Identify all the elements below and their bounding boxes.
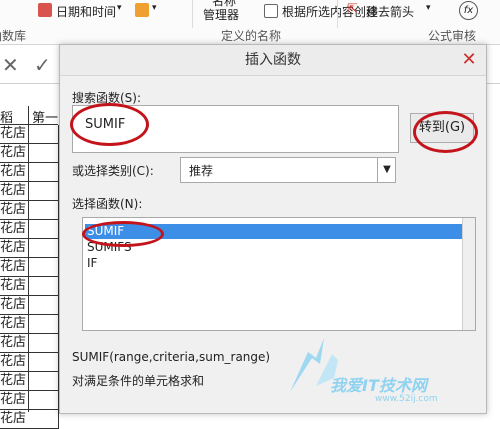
scrollbar[interactable] [462, 218, 475, 330]
table-row[interactable]: 花店 [0, 220, 59, 239]
name-manager-button[interactable]: 管理器 [203, 6, 239, 23]
annotation-circle [70, 103, 149, 146]
table-cell: 花店 [0, 145, 27, 160]
table-cell: 花店 [0, 354, 27, 369]
table-cell: 花店 [0, 335, 27, 350]
category-label: 或选择类别(C): [72, 164, 154, 178]
cancel-icon[interactable]: ✕ [2, 53, 19, 77]
annotation-circle [413, 111, 478, 153]
table-row[interactable]: 花店 [0, 277, 59, 296]
table-row[interactable]: 花店 [0, 391, 59, 410]
remove-arrows-button[interactable]: 移去箭头 [366, 3, 414, 20]
enter-icon[interactable]: ✓ [34, 53, 51, 77]
chevron-down-icon[interactable]: ▾ [426, 3, 431, 13]
group-defined-names-label: 定义的名称 [221, 29, 282, 43]
table-cell: 花店 [0, 373, 27, 388]
divider [337, 0, 338, 28]
table-row[interactable]: 花店 [0, 144, 59, 163]
table-row[interactable]: 花店 [0, 410, 59, 429]
table-row[interactable]: 花店 [0, 334, 59, 353]
datetime-button[interactable]: 日期和时间 [56, 3, 116, 20]
table-cell: 花店 [0, 240, 27, 255]
calendar-icon [38, 3, 52, 17]
row-border [28, 106, 29, 412]
insert-function-dialog: 插入函数 ✕ 搜索函数(S): SUMIF 转到(G) 或选择类别(C): 推荐… [59, 44, 487, 414]
table-row[interactable]: 花店 [0, 353, 59, 372]
table-cell: 花店 [0, 297, 27, 312]
table-cell: 花店 [0, 221, 27, 236]
header-cell-b[interactable]: 第一 [32, 107, 58, 126]
table-row[interactable]: 花店 [0, 315, 59, 334]
table-row[interactable]: 花店 [0, 296, 59, 315]
ribbon: 日期和时间 ▾ ▾ 名称 管理器 根据所选内容创建 ⇱ 移去箭头 ▾ fx 函数… [0, 0, 500, 45]
remove-arrows-icon: ⇱ [347, 2, 358, 17]
create-from-selection-icon [264, 4, 278, 18]
dialog-title: 插入函数 [245, 52, 301, 68]
function-signature: SUMIF(range,criteria,sum_range) [72, 350, 271, 364]
table-row[interactable]: 花店 [0, 372, 59, 391]
table-cell: 花店 [0, 126, 27, 141]
category-select[interactable]: 推荐 ▼ [180, 157, 396, 183]
table-cell: 花店 [0, 316, 27, 331]
watermark-brand: 我爱IT技术网 [330, 376, 427, 395]
group-formula-audit-label: 公式审核 [428, 29, 477, 43]
header-cell-a[interactable]: 稻 [0, 107, 13, 126]
table-cell: 花店 [0, 202, 27, 217]
watermark-url: www.52ij.com [375, 394, 438, 404]
table-cell: 花店 [0, 183, 27, 198]
divider [192, 0, 193, 28]
table-row[interactable]: 花店 [0, 125, 59, 144]
table-cell: 花店 [0, 259, 27, 274]
table-cell: 花店 [0, 411, 27, 426]
select-function-label: 选择函数(N): [72, 197, 143, 211]
evaluate-formula-icon[interactable]: fx [459, 1, 478, 20]
annotation-circle [82, 221, 164, 247]
table-row[interactable]: 花店 [0, 239, 59, 258]
table-row[interactable]: 花店 [0, 258, 59, 277]
table-row[interactable]: 花店 [0, 163, 59, 182]
create-from-selection-button[interactable]: 根据所选内容创建 [282, 3, 378, 20]
list-item[interactable]: IF [85, 256, 464, 271]
close-icon[interactable]: ✕ [452, 45, 486, 74]
header-row: 稻 第一 [0, 106, 58, 126]
more-functions-icon[interactable] [135, 3, 149, 17]
table-cell: 花店 [0, 392, 27, 407]
chevron-down-icon[interactable]: ▼ [377, 158, 396, 182]
table-cell: 花店 [0, 164, 27, 179]
table-cell: 花店 [0, 278, 27, 293]
function-description: 对满足条件的单元格求和 [72, 374, 205, 388]
group-library-label: 函数库 [0, 29, 27, 43]
chevron-down-icon[interactable]: ▾ [117, 3, 122, 13]
chevron-down-icon[interactable]: ▾ [152, 3, 157, 13]
table-row[interactable]: 花店 [0, 201, 59, 220]
table-row[interactable]: 花店 [0, 182, 59, 201]
category-select-value: 推荐 [189, 164, 214, 178]
